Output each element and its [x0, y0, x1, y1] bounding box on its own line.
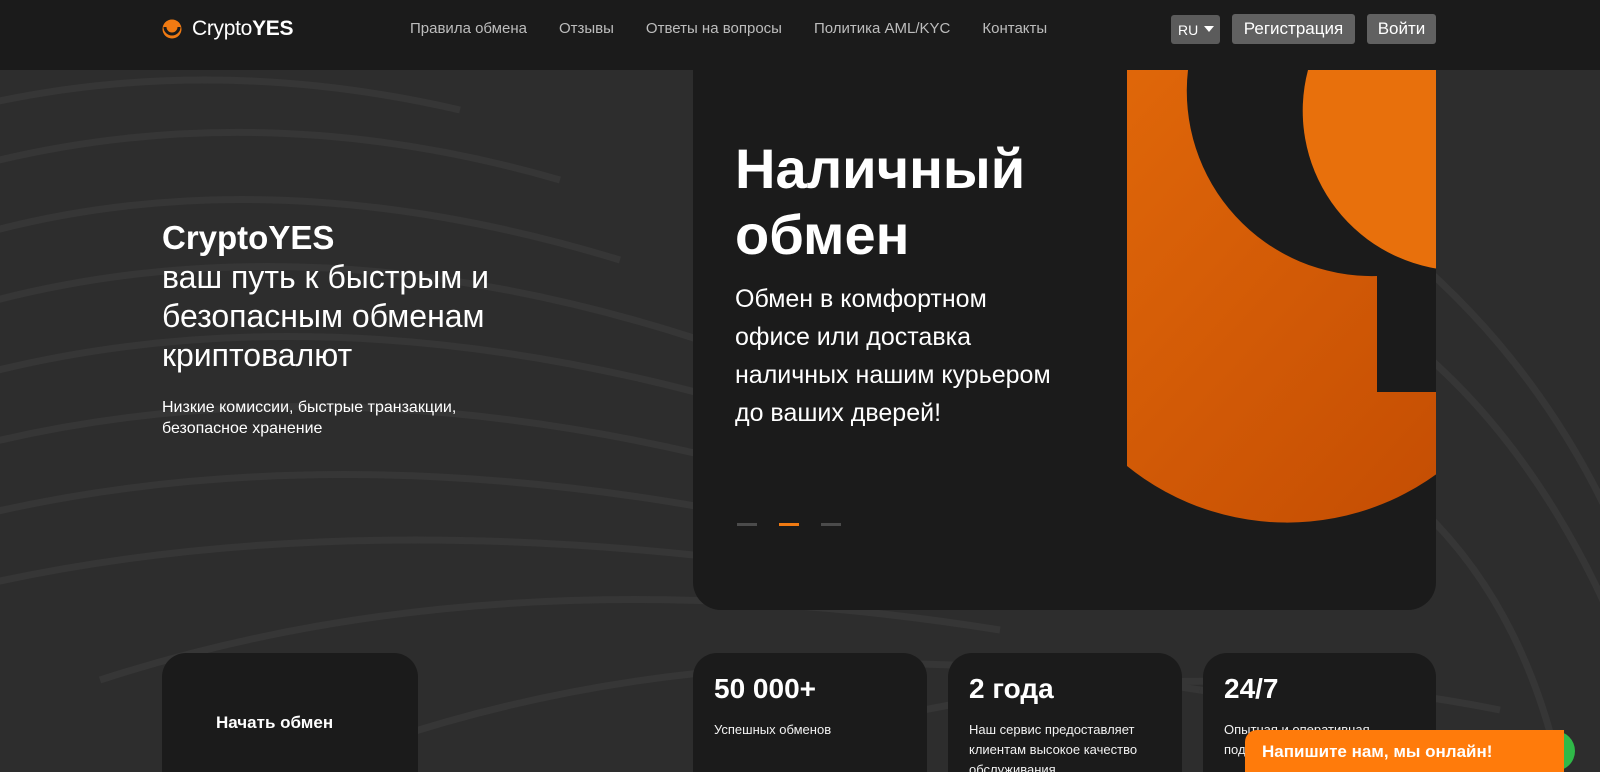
hero-slide-card: Наличный обмен Обмен в комфортном офисе …: [693, 70, 1436, 610]
slide-dot-2[interactable]: [779, 523, 799, 526]
nav-faq[interactable]: Ответы на вопросы: [646, 20, 782, 38]
nav-reviews[interactable]: Отзывы: [559, 20, 614, 38]
chat-label: Напишите нам, мы онлайн!: [1262, 742, 1493, 761]
language-value: RU: [1178, 21, 1199, 38]
language-select[interactable]: RU: [1171, 15, 1220, 44]
hero-tagline: ваш путь к быстрым и безопасным обменам …: [162, 259, 489, 373]
slide-description: Обмен в комфортном офисе или доставка на…: [735, 285, 1051, 427]
slide-title: Наличный обмен: [735, 137, 1026, 266]
slide-dot-3[interactable]: [821, 523, 841, 526]
chat-widget-button[interactable]: Напишите нам, мы онлайн!: [1245, 730, 1564, 772]
hero-brand: CryptoYES: [162, 219, 335, 256]
start-exchange-card[interactable]: Начать обмен: [162, 653, 418, 772]
stat-card: 2 года Наш сервис предоставляет клиентам…: [948, 653, 1182, 772]
stat-card: 50 000+ Успешных обменов: [693, 653, 927, 772]
caret-down-icon: [1204, 26, 1214, 32]
nav-exchange-rules[interactable]: Правила обмена: [410, 20, 527, 38]
login-button[interactable]: Войти: [1367, 14, 1436, 44]
logo-icon: [162, 19, 182, 39]
main-nav: Правила обмена Отзывы Ответы на вопросы …: [410, 20, 1047, 38]
nav-aml-kyc[interactable]: Политика AML/KYC: [814, 20, 950, 38]
hero-subtitle: Низкие комиссии, быстрые транзакции, без…: [162, 399, 457, 437]
logo-text: CryptoYES: [192, 17, 294, 40]
stat-text: Наш сервис предоставляет клиентам высоко…: [969, 722, 1138, 772]
stat-value: 2 года: [969, 673, 1054, 704]
nav-contacts[interactable]: Контакты: [982, 20, 1047, 38]
stat-value: 50 000+: [714, 673, 816, 704]
top-header: CryptoYES Правила обмена Отзывы Ответы н…: [0, 0, 1600, 70]
register-button[interactable]: Регистрация: [1232, 14, 1355, 44]
slide-dot-1[interactable]: [737, 523, 757, 526]
logo[interactable]: CryptoYES: [162, 17, 293, 41]
start-exchange-label: Начать обмен: [216, 713, 334, 732]
stat-value: 24/7: [1224, 673, 1279, 704]
stat-text: Успешных обменов: [714, 722, 832, 737]
brand-ring-graphic: [1127, 70, 1436, 523]
slider-indicators: [737, 523, 841, 526]
hero-intro: CryptoYES ваш путь к быстрым и безопасны…: [162, 218, 582, 439]
